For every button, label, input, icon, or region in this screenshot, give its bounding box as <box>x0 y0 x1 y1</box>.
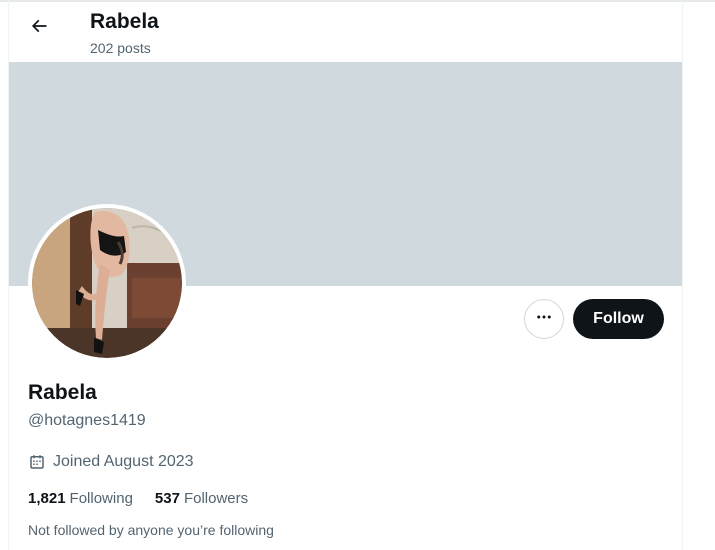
user-handle: @hotagnes1419 <box>28 412 146 429</box>
joined-text: Joined August 2023 <box>53 453 194 470</box>
calendar-icon <box>28 453 46 471</box>
post-count: 202 posts <box>90 40 151 56</box>
profile-page: Rabela 202 posts Follow Rabela @hotagnes… <box>0 0 715 550</box>
following-count: 1,821 <box>28 489 66 507</box>
following-label: Following <box>69 489 133 507</box>
following-link[interactable]: 1,821 Following <box>28 490 133 507</box>
followers-link[interactable]: 537 Followers <box>155 490 248 507</box>
followers-label: Followers <box>183 489 249 507</box>
profile-header: Rabela 202 posts <box>9 2 682 62</box>
follow-button[interactable]: Follow <box>573 299 664 339</box>
joined-date: Joined August 2023 <box>28 451 194 473</box>
more-dots-icon <box>535 308 553 331</box>
back-button[interactable] <box>25 14 53 42</box>
avatar-container[interactable] <box>28 204 186 362</box>
more-options-button[interactable] <box>524 299 564 339</box>
followers-count: 537 <box>154 489 180 507</box>
mutual-followers-note: Not followed by anyone you’re following <box>28 522 274 538</box>
follow-stats: 1,821 Following 537 Followers <box>28 488 248 508</box>
avatar <box>32 208 182 358</box>
display-name: Rabela <box>28 381 97 404</box>
header-title: Rabela <box>90 10 159 33</box>
right-column-border <box>682 0 683 550</box>
arrow-left-icon <box>29 16 49 41</box>
